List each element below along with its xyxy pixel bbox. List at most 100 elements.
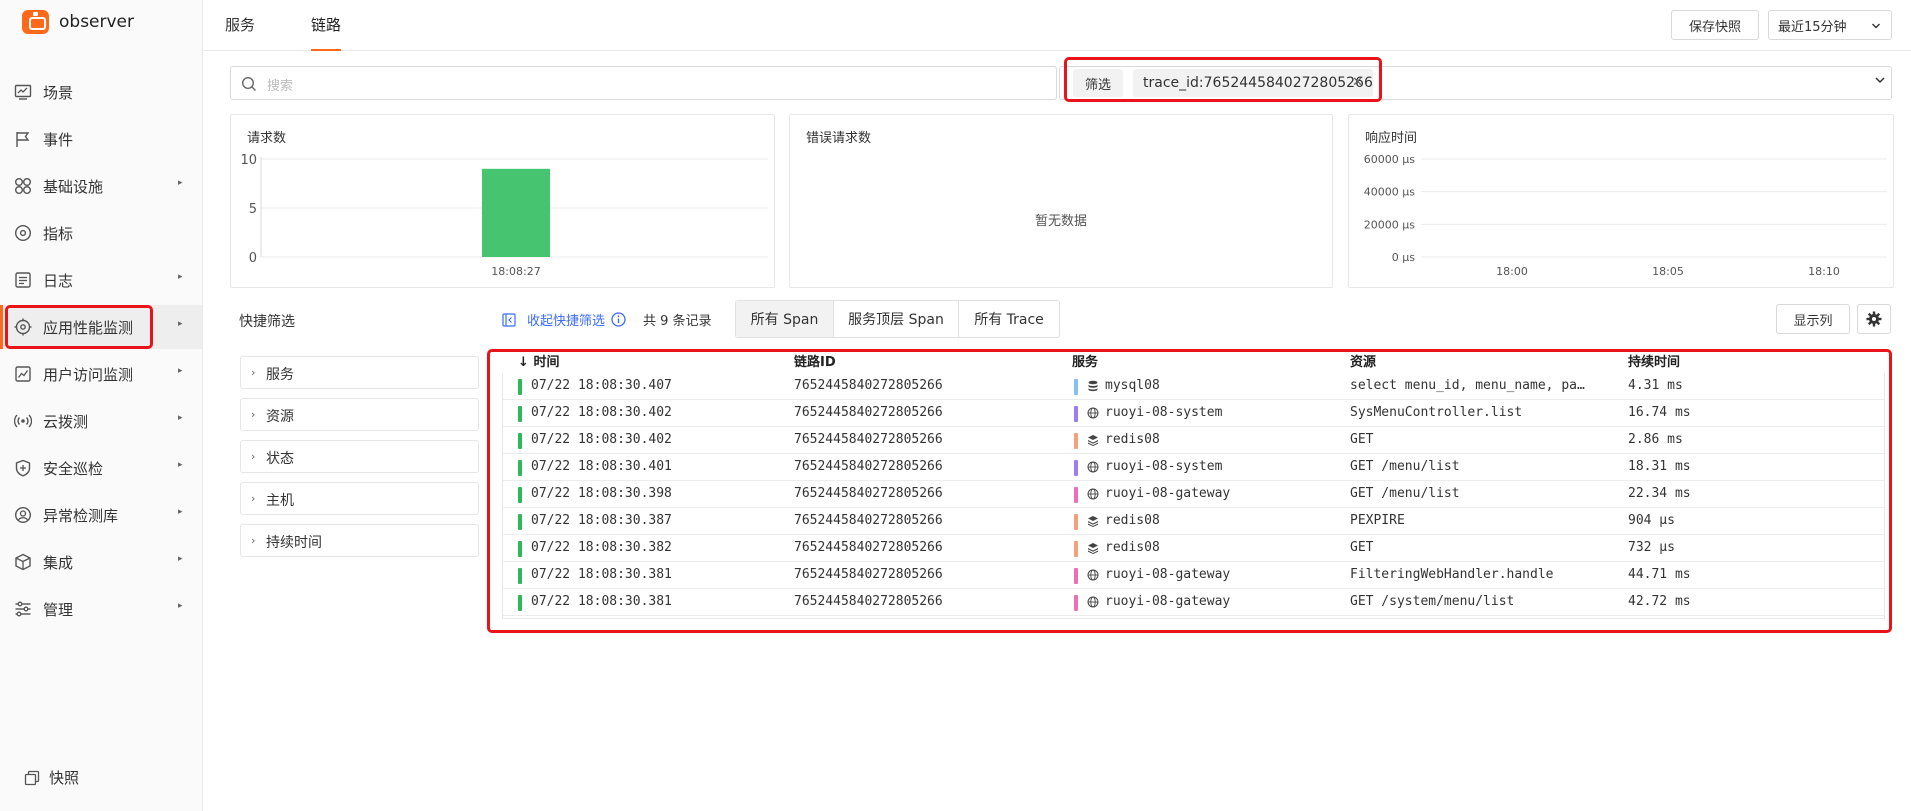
status-bar bbox=[518, 541, 522, 557]
cell-duration: 4.31 ms bbox=[1628, 378, 1683, 393]
facet-duration[interactable]: › 持续时间 bbox=[240, 524, 479, 557]
gear-icon bbox=[1866, 311, 1882, 327]
cell-trace-id: 7652445840272805266 bbox=[794, 432, 943, 447]
facet-service[interactable]: › 服务 bbox=[240, 356, 479, 389]
sidebar-item-label: 异常检测库 bbox=[43, 507, 119, 525]
cell-trace-id: 7652445840272805266 bbox=[794, 540, 943, 555]
close-icon[interactable]: ✕ bbox=[1352, 75, 1363, 90]
errors-chart-card: 错误请求数 暂无数据 bbox=[789, 114, 1333, 288]
service-color-bar bbox=[1074, 487, 1078, 503]
table-settings-button[interactable] bbox=[1857, 304, 1891, 334]
cell-duration: 44.71 ms bbox=[1628, 567, 1691, 582]
sidebar-item-rum[interactable]: 用户访问监测 ▸ bbox=[0, 352, 202, 396]
sidebar-item-security[interactable]: 安全巡检 ▸ bbox=[0, 446, 202, 490]
save-snapshot-button[interactable]: 保存快照 bbox=[1671, 10, 1759, 40]
cell-time: 07/22 18:08:30.382 bbox=[531, 540, 672, 555]
search-placeholder: 搜索 bbox=[267, 79, 294, 94]
table-row[interactable]: 07/22 18:08:30.401 7652445840272805266 ruo… bbox=[502, 454, 1885, 481]
sidebar-item-anomaly-detection[interactable]: 异常检测库 ▸ bbox=[0, 493, 202, 537]
span-mode-all-traces[interactable]: 所有 Trace bbox=[959, 301, 1059, 337]
globe-icon bbox=[1087, 461, 1099, 473]
cell-duration: 42.72 ms bbox=[1628, 594, 1691, 609]
sidebar-item-events[interactable]: 事件 bbox=[0, 117, 202, 161]
cell-service: ruoyi-08-system bbox=[1105, 405, 1223, 420]
x-tick-label: 18:00 bbox=[1496, 265, 1528, 278]
cell-service: ruoyi-08-gateway bbox=[1105, 567, 1231, 582]
sidebar-item-scenes[interactable]: 场景 bbox=[0, 70, 202, 114]
chevron-down-icon[interactable] bbox=[1874, 74, 1886, 86]
collapse-quick-filter-link[interactable]: 收起快捷筛选 bbox=[502, 310, 626, 329]
column-header-trace-id[interactable]: 链路ID bbox=[794, 351, 836, 370]
span-mode-service-top-spans[interactable]: 服务顶层 Span bbox=[834, 301, 959, 337]
sidebar-item-label: 指标 bbox=[43, 225, 74, 243]
sidebar-item-management[interactable]: 管理 ▸ bbox=[0, 587, 202, 631]
quick-filter-title: 快捷筛选 bbox=[239, 314, 295, 330]
cell-resource: GET /system/menu/list bbox=[1350, 594, 1515, 609]
table-row[interactable]: 07/22 18:08:30.387 7652445840272805266 red… bbox=[502, 508, 1885, 535]
shield-icon bbox=[15, 459, 31, 477]
database-icon bbox=[1088, 380, 1098, 392]
app-logo[interactable]: observer bbox=[22, 10, 134, 34]
search-input[interactable]: 搜索 bbox=[230, 66, 1057, 100]
trace-table: ↓ 时间 链路ID 服务 资源 持续时间 07/22 18:08:30.407 7… bbox=[502, 351, 1885, 618]
cell-service: ruoyi-08-gateway bbox=[1105, 594, 1231, 609]
table-row[interactable]: 07/22 18:08:30.402 7652445840272805266 ruo… bbox=[502, 400, 1885, 427]
dashboard-icon bbox=[14, 84, 32, 100]
filter-label[interactable]: 筛选 bbox=[1073, 69, 1123, 97]
cell-time: 07/22 18:08:30.387 bbox=[531, 513, 672, 528]
column-header-duration[interactable]: 持续时间 bbox=[1628, 351, 1680, 370]
sidebar-item-apm[interactable]: 应用性能监测 ▸ bbox=[0, 305, 202, 349]
info-icon[interactable] bbox=[611, 312, 626, 327]
expand-arrow-icon: ▸ bbox=[178, 272, 183, 282]
y-tick-label: 60000 μs bbox=[1364, 153, 1415, 166]
sidebar-item-metrics[interactable]: 指标 bbox=[0, 211, 202, 255]
facet-status[interactable]: › 状态 bbox=[240, 440, 479, 473]
column-header-time[interactable]: ↓ 时间 bbox=[518, 351, 559, 370]
service-color-bar bbox=[1074, 514, 1078, 530]
facet-resource[interactable]: › 资源 bbox=[240, 398, 479, 431]
tab-traces[interactable]: 链路 bbox=[311, 14, 342, 51]
y-tick-label: 40000 μs bbox=[1364, 186, 1415, 199]
sidebar-item-logs[interactable]: 日志 ▸ bbox=[0, 258, 202, 302]
expand-arrow-icon: ▸ bbox=[178, 460, 183, 470]
cell-time: 07/22 18:08:30.402 bbox=[531, 405, 672, 420]
cell-time: 07/22 18:08:30.381 bbox=[531, 567, 672, 582]
sidebar-item-infrastructure[interactable]: 基础设施 ▸ bbox=[0, 164, 202, 208]
table-row[interactable]: 07/22 18:08:30.398 7652445840272805266 ruo… bbox=[502, 481, 1885, 508]
sidebar-item-label: 场景 bbox=[43, 84, 74, 102]
column-header-resource[interactable]: 资源 bbox=[1350, 351, 1376, 370]
cell-duration: 18.31 ms bbox=[1628, 459, 1691, 474]
table-row[interactable]: 07/22 18:08:30.407 7652445840272805266 mys… bbox=[502, 373, 1885, 400]
status-bar bbox=[518, 487, 522, 503]
sidebar-item-integrations[interactable]: 集成 ▸ bbox=[0, 540, 202, 584]
cell-trace-id: 7652445840272805266 bbox=[794, 513, 943, 528]
column-header-service[interactable]: 服务 bbox=[1072, 351, 1098, 370]
table-row[interactable]: 07/22 18:08:30.382 7652445840272805266 red… bbox=[502, 535, 1885, 562]
table-row[interactable]: 07/22 18:08:30.381 7652445840272805266 ruo… bbox=[502, 562, 1885, 589]
y-tick-label: 10 bbox=[240, 153, 257, 168]
response-time-chart-card: 响应时间 60000 μs 40000 μs 20000 μs 0 μs 18:00 18… bbox=[1348, 114, 1894, 288]
sliders-icon bbox=[15, 601, 31, 617]
y-tick-label: 0 μs bbox=[1392, 251, 1415, 264]
sidebar-item-label: 用户访问监测 bbox=[43, 366, 134, 384]
table-row[interactable]: 07/22 18:08:30.402 7652445840272805266 red… bbox=[502, 427, 1885, 454]
chevron-right-icon: › bbox=[251, 408, 256, 421]
cell-duration: 22.34 ms bbox=[1628, 486, 1691, 501]
span-mode-all-spans[interactable]: 所有 Span bbox=[736, 301, 834, 337]
sidebar-item-synthetics[interactable]: 云拨测 ▸ bbox=[0, 399, 202, 443]
sidebar-item-label: 应用性能监测 bbox=[43, 319, 134, 337]
cell-duration: 16.74 ms bbox=[1628, 405, 1691, 420]
sidebar-snapshot-link[interactable]: 快照 bbox=[24, 767, 79, 788]
cell-trace-id: 7652445840272805266 bbox=[794, 405, 943, 420]
service-color-bar bbox=[1074, 406, 1078, 422]
sidebar-item-label: 日志 bbox=[43, 272, 74, 290]
columns-button[interactable]: 显示列 bbox=[1776, 304, 1850, 334]
time-range-value: 最近15分钟 bbox=[1778, 19, 1847, 35]
time-range-select[interactable]: 最近15分钟 bbox=[1768, 10, 1892, 40]
facet-host[interactable]: › 主机 bbox=[240, 482, 479, 515]
tab-services[interactable]: 服务 bbox=[225, 14, 255, 35]
bar bbox=[482, 168, 550, 257]
y-tick-label: 0 bbox=[249, 251, 257, 266]
table-row[interactable]: 07/22 18:08:30.381 7652445840272805266 ruo… bbox=[502, 589, 1885, 616]
cell-resource: SysMenuController.list bbox=[1350, 405, 1523, 420]
